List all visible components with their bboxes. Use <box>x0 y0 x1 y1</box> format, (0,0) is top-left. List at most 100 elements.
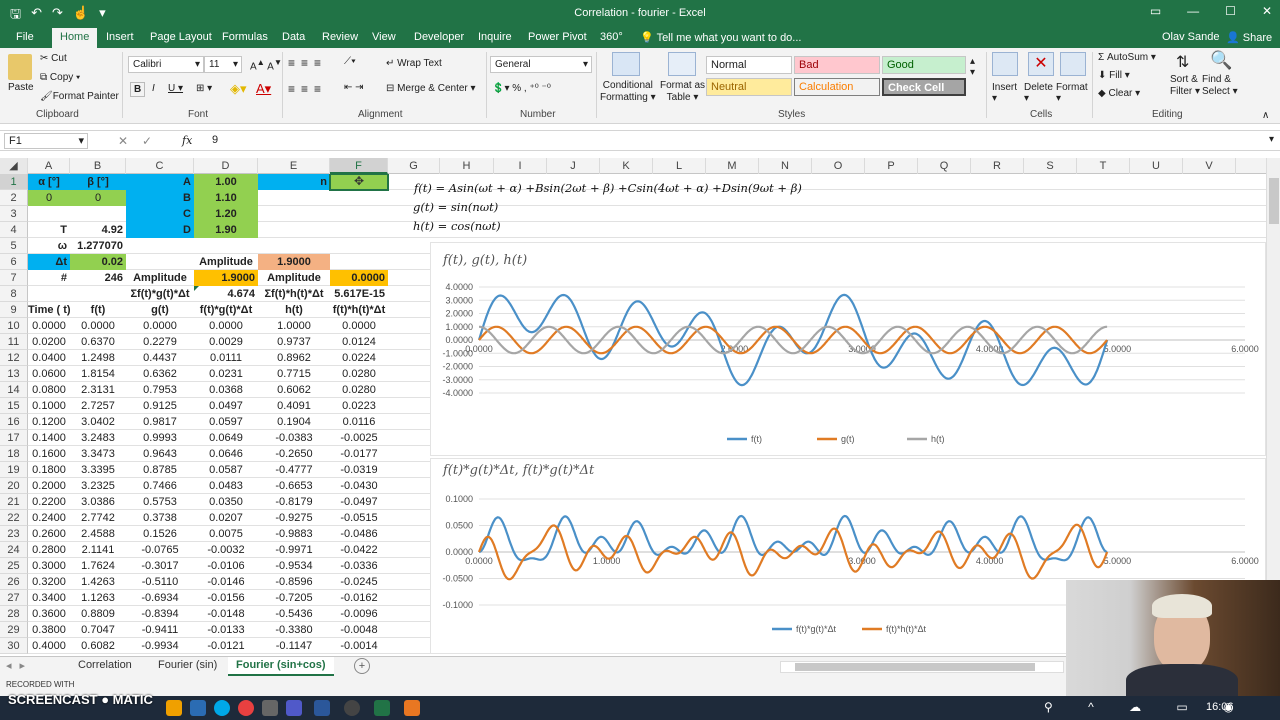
cell-D28[interactable]: -0.0148 <box>194 606 258 622</box>
sort-filter-button[interactable]: Sort & Filter ▾ <box>1170 74 1200 98</box>
share-button[interactable]: 👤 Share <box>1226 31 1272 44</box>
column-header-T[interactable]: T <box>1077 158 1130 174</box>
cell-B19[interactable]: 3.3395 <box>70 462 126 478</box>
file-explorer-icon[interactable] <box>166 700 182 716</box>
cell-C24[interactable]: -0.0765 <box>126 542 194 558</box>
cell-A10[interactable]: 0.0000 <box>28 318 70 334</box>
cell-F7[interactable]: 0.0000 <box>330 270 388 286</box>
skype-icon[interactable] <box>214 700 230 716</box>
horizontal-scroll-thumb[interactable] <box>795 663 1035 671</box>
cell-D24[interactable]: -0.0032 <box>194 542 258 558</box>
row-header-23[interactable]: 23 <box>0 526 28 542</box>
column-header-S[interactable]: S <box>1024 158 1077 174</box>
column-header-N[interactable]: N <box>759 158 812 174</box>
row-header-7[interactable]: 7 <box>0 270 28 286</box>
cell-B2[interactable]: 0 <box>70 190 126 206</box>
fill-color-icon[interactable]: ◈▾ <box>230 81 247 97</box>
cancel-enter-icons[interactable]: ✕✓ <box>118 134 166 148</box>
cell-D20[interactable]: 0.0483 <box>194 478 258 494</box>
cell-B10[interactable]: 0.0000 <box>70 318 126 334</box>
cell-B27[interactable]: 1.1263 <box>70 590 126 606</box>
sheet-tab-fourier-sincos[interactable]: Fourier (sin+cos) <box>228 657 334 676</box>
cell-F15[interactable]: 0.0223 <box>330 398 388 414</box>
cell-F8[interactable]: 5.617E-15 <box>330 286 388 302</box>
add-sheet-icon[interactable]: + <box>354 658 370 674</box>
cell-A25[interactable]: 0.3000 <box>28 558 70 574</box>
fill-button[interactable]: ⬇ Fill ▾ <box>1098 70 1130 81</box>
cell-C3[interactable]: C <box>126 206 194 222</box>
cell-C14[interactable]: 0.7953 <box>126 382 194 398</box>
name-box[interactable]: F1 ▾ <box>4 133 88 149</box>
cell-D19[interactable]: 0.0587 <box>194 462 258 478</box>
format-cells-icon[interactable] <box>1060 52 1086 76</box>
font-size-select[interactable]: 11 ▾ <box>204 56 242 73</box>
italic-button[interactable]: I <box>152 83 155 94</box>
row-header-17[interactable]: 17 <box>0 430 28 446</box>
row-header-16[interactable]: 16 <box>0 414 28 430</box>
cell-C8[interactable]: Σf(t)*g(t)*Δt <box>126 286 194 302</box>
cell-E12[interactable]: 0.8962 <box>258 350 330 366</box>
column-header-K[interactable]: K <box>600 158 653 174</box>
cell-F28[interactable]: -0.0096 <box>330 606 388 622</box>
cell-B26[interactable]: 1.4263 <box>70 574 126 590</box>
row-header-1[interactable]: 1 <box>0 174 28 190</box>
teams-icon[interactable] <box>286 700 302 716</box>
cell-D2[interactable]: 1.10 <box>194 190 258 206</box>
row-header-18[interactable]: 18 <box>0 446 28 462</box>
cell-B12[interactable]: 1.2498 <box>70 350 126 366</box>
row-header-2[interactable]: 2 <box>0 190 28 206</box>
cell-F14[interactable]: 0.0280 <box>330 382 388 398</box>
cell-C9[interactable]: g(t) <box>126 302 194 318</box>
cell-A14[interactable]: 0.0800 <box>28 382 70 398</box>
cell-B16[interactable]: 3.0402 <box>70 414 126 430</box>
cell-D21[interactable]: 0.0350 <box>194 494 258 510</box>
cell-C22[interactable]: 0.3738 <box>126 510 194 526</box>
style-neutral[interactable]: Neutral <box>706 78 792 96</box>
cell-F30[interactable]: -0.0014 <box>330 638 388 654</box>
cell-C15[interactable]: 0.9125 <box>126 398 194 414</box>
cell-D1[interactable]: 1.00 <box>194 174 258 190</box>
conditional-formatting-button[interactable]: Conditional Formatting ▾ <box>600 80 656 104</box>
cell-D26[interactable]: -0.0146 <box>194 574 258 590</box>
sort-filter-icon[interactable]: ⇅ <box>1176 52 1189 72</box>
cell-E9[interactable]: h(t) <box>258 302 330 318</box>
cell-F25[interactable]: -0.0336 <box>330 558 388 574</box>
cell-D3[interactable]: 1.20 <box>194 206 258 222</box>
number-format-select[interactable]: General ▾ <box>490 56 592 73</box>
cell-F10[interactable]: 0.0000 <box>330 318 388 334</box>
cell-F22[interactable]: -0.0515 <box>330 510 388 526</box>
cell-E30[interactable]: -0.1147 <box>258 638 330 654</box>
cell-D9[interactable]: f(t)*g(t)*Δt <box>194 302 258 318</box>
cell-A28[interactable]: 0.3600 <box>28 606 70 622</box>
style-normal[interactable]: Normal <box>706 56 792 74</box>
cell-D15[interactable]: 0.0497 <box>194 398 258 414</box>
column-header-P[interactable]: P <box>865 158 918 174</box>
cell-C26[interactable]: -0.5110 <box>126 574 194 590</box>
format-as-table-button[interactable]: Format as Table ▾ <box>660 80 705 104</box>
tab-view[interactable]: View <box>372 31 396 43</box>
cell-C21[interactable]: 0.5753 <box>126 494 194 510</box>
autosum-button[interactable]: Σ AutoSum ▾ <box>1098 52 1156 63</box>
tab-insert[interactable]: Insert <box>106 31 134 43</box>
cell-C29[interactable]: -0.9411 <box>126 622 194 638</box>
cell-E29[interactable]: -0.3380 <box>258 622 330 638</box>
cell-B7[interactable]: 246 <box>70 270 126 286</box>
row-header-21[interactable]: 21 <box>0 494 28 510</box>
cell-B20[interactable]: 3.2325 <box>70 478 126 494</box>
horizontal-scrollbar[interactable] <box>780 661 1064 673</box>
cell-F13[interactable]: 0.0280 <box>330 366 388 382</box>
cell-E18[interactable]: -0.2650 <box>258 446 330 462</box>
cell-F20[interactable]: -0.0430 <box>330 478 388 494</box>
cell-E15[interactable]: 0.4091 <box>258 398 330 414</box>
cell-D12[interactable]: 0.0111 <box>194 350 258 366</box>
cell-D29[interactable]: -0.0133 <box>194 622 258 638</box>
sheet-tab-fourier-sin[interactable]: Fourier (sin) <box>150 657 225 676</box>
cell-F27[interactable]: -0.0162 <box>330 590 388 606</box>
style-good[interactable]: Good <box>882 56 966 74</box>
row-header-19[interactable]: 19 <box>0 462 28 478</box>
cell-B18[interactable]: 3.3473 <box>70 446 126 462</box>
grow-font-icon[interactable]: A▲ A▼ <box>250 57 282 72</box>
tab-power-pivot[interactable]: Power Pivot <box>528 31 587 43</box>
indent-icons[interactable]: ⇤ ⇥ <box>344 82 364 93</box>
cell-B14[interactable]: 2.3131 <box>70 382 126 398</box>
